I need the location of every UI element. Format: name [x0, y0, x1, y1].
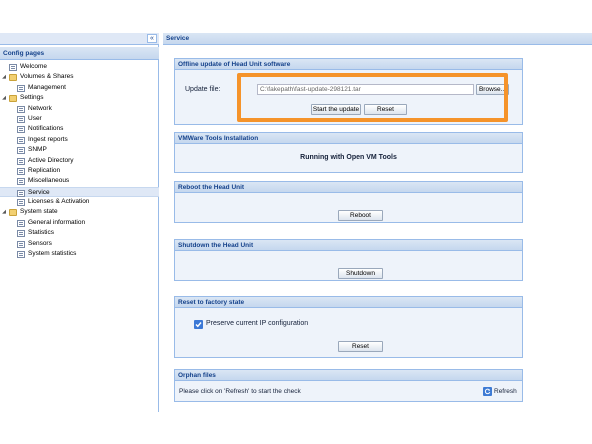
- tree-item-label: Miscellaneous: [28, 177, 70, 185]
- page-icon: [17, 147, 25, 155]
- tree-item-notifications[interactable]: Notifications: [0, 124, 159, 134]
- tree-item-snmp[interactable]: SNMP: [0, 145, 159, 155]
- page-icon: [17, 84, 25, 92]
- page-icon: [17, 251, 25, 259]
- reboot-button[interactable]: Reboot: [338, 210, 383, 221]
- orphan-files-title: Orphan files: [175, 370, 522, 381]
- tree-item-label: Replication: [28, 166, 61, 174]
- refresh-icon: [483, 387, 492, 396]
- tree-item-settings[interactable]: ◢ Settings: [0, 93, 159, 103]
- tree-item-system-state[interactable]: ◢ System state: [0, 207, 159, 217]
- tree-item-user[interactable]: User: [0, 114, 159, 124]
- tree-item-statistics[interactable]: Statistics: [0, 228, 159, 238]
- tree-item-volumes-shares[interactable]: ◢ Volumes & Shares: [0, 72, 159, 82]
- tree-item-system-statistics[interactable]: System statistics: [0, 249, 159, 259]
- page-icon: [17, 230, 25, 238]
- page-icon: [17, 240, 25, 248]
- tree-item-miscellaneous[interactable]: Miscellaneous: [0, 176, 159, 186]
- page-icon: [17, 199, 25, 207]
- orphan-files-section: Orphan files Please click on 'Refresh' t…: [174, 369, 523, 402]
- preserve-ip-label: Preserve current IP configuration: [206, 320, 309, 327]
- page-icon: [17, 178, 25, 186]
- config-tree-panel: « Config pages Welcome ◢ Volumes & Shares M…: [0, 33, 159, 412]
- config-tree: Welcome ◢ Volumes & Shares Management ◢ Setti…: [0, 62, 159, 259]
- tree-item-label: Management: [28, 83, 66, 91]
- tree-item-label: Sensors: [28, 239, 52, 247]
- preserve-ip-checkbox[interactable]: [194, 320, 203, 329]
- tree-item-label: Notifications: [28, 125, 64, 133]
- collapse-bar: «: [0, 33, 159, 45]
- tree-item-label: Volumes & Shares: [20, 73, 74, 81]
- expand-arrow-icon[interactable]: ◢: [1, 93, 7, 103]
- tree-item-label: SNMP: [28, 146, 47, 154]
- bottom-whitespace: [0, 412, 592, 444]
- tree-item-label: System state: [20, 208, 58, 216]
- collapse-panel-button[interactable]: «: [147, 34, 157, 43]
- shutdown-button[interactable]: Shutdown: [338, 268, 383, 279]
- tree-item-label: Network: [28, 104, 52, 112]
- expand-arrow-icon[interactable]: ◢: [1, 72, 7, 82]
- tree-item-label: Active Directory: [28, 156, 74, 164]
- tree-item-sensors[interactable]: Sensors: [0, 239, 159, 249]
- factory-reset-title: Reset to factory state: [175, 297, 522, 308]
- tree-item-general-information[interactable]: General information: [0, 218, 159, 228]
- shutdown-title: Shutdown the Head Unit: [175, 240, 522, 251]
- orphan-files-message: Please click on 'Refresh' to start the c…: [179, 388, 301, 395]
- tree-item-service[interactable]: Service: [0, 186, 159, 198]
- tree-item-label: Statistics: [28, 229, 55, 237]
- page-icon: [17, 115, 25, 123]
- update-file-label: Update file:: [185, 86, 221, 93]
- tree-item-management[interactable]: Management: [0, 83, 159, 93]
- factory-reset-button[interactable]: Reset: [338, 341, 383, 352]
- tree-item-welcome[interactable]: Welcome: [0, 62, 159, 72]
- vmware-tools-title: VMWare Tools Installation: [175, 133, 522, 144]
- page-title: Service: [163, 33, 592, 45]
- reboot-title: Reboot the Head Unit: [175, 182, 522, 193]
- tree-item-label: General information: [28, 218, 86, 226]
- folder-icon: [9, 74, 17, 82]
- tree-item-replication[interactable]: Replication: [0, 166, 159, 176]
- tree-item-label: Welcome: [20, 63, 47, 70]
- tree-item-network[interactable]: Network: [0, 104, 159, 114]
- offline-update-title: Offline update of Head Unit software: [175, 59, 522, 70]
- page-icon: [17, 136, 25, 144]
- vmware-status: Running with Open VM Tools: [300, 154, 397, 161]
- tree-item-label: System statistics: [28, 250, 77, 258]
- page-icon: [17, 189, 25, 197]
- tree-item-label: User: [28, 114, 42, 122]
- tree-item-label: Licenses & Activation: [28, 198, 90, 206]
- reboot-section: Reboot the Head Unit Reboot: [174, 181, 523, 223]
- tree-item-licenses-activation[interactable]: Licenses & Activation: [0, 197, 159, 207]
- tree-item-ingest-reports[interactable]: Ingest reports: [0, 135, 159, 145]
- tree-item-label: Settings: [20, 94, 44, 102]
- refresh-label: Refresh: [494, 388, 517, 395]
- highlight-annotation: [237, 73, 508, 122]
- tree-item-label: Ingest reports: [28, 135, 68, 143]
- page-icon: [17, 167, 25, 175]
- config-pages-header: Config pages: [0, 47, 159, 60]
- page-icon: [17, 126, 25, 134]
- factory-reset-section: Reset to factory state Preserve current …: [174, 296, 523, 358]
- page-icon: [17, 219, 25, 227]
- page-icon: [9, 64, 17, 71]
- folder-icon: [9, 209, 17, 217]
- shutdown-section: Shutdown the Head Unit Shutdown: [174, 239, 523, 281]
- expand-arrow-icon[interactable]: ◢: [1, 207, 7, 217]
- checkmark-icon: [195, 322, 202, 328]
- page-icon: [17, 157, 25, 165]
- vmware-tools-section: VMWare Tools Installation Running with O…: [174, 132, 523, 173]
- tree-item-active-directory[interactable]: Active Directory: [0, 156, 159, 166]
- page-icon: [17, 105, 25, 113]
- folder-icon: [9, 95, 17, 103]
